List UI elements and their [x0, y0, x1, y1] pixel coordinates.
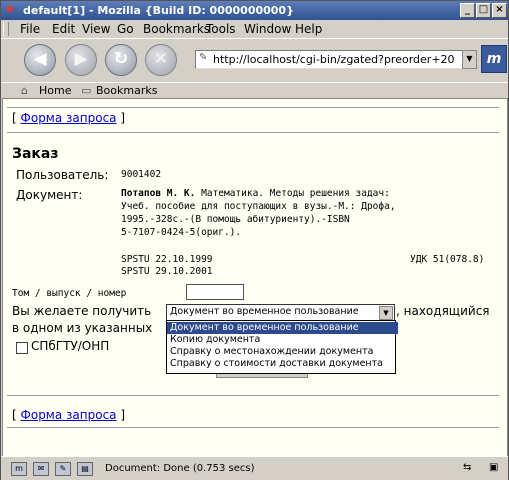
status-text: Document: Done (0.753 secs) [105, 463, 255, 474]
stop-icon[interactable]: ✕ [145, 44, 177, 76]
document-label: Документ: [16, 188, 83, 202]
toolbar-grip[interactable] [3, 22, 9, 36]
document-line-1: Потапов М. К. Математика. Методы решения… [121, 188, 390, 199]
divider [7, 427, 499, 429]
bookmarks-button[interactable]: Bookmarks [96, 84, 157, 97]
minimize-button[interactable]: _ [460, 3, 475, 18]
option-delivery-cost[interactable]: Справку о стоимости доставки документа [167, 358, 398, 370]
menu-bookmarks[interactable]: Bookmarks [143, 22, 210, 36]
back-arrow-icon[interactable]: ◀ [24, 44, 56, 76]
home-button[interactable]: Home [39, 84, 71, 97]
bracket-close: ] [120, 408, 126, 422]
forward-arrow-icon[interactable]: ▶ [65, 44, 97, 76]
bracket-close: ] [120, 111, 126, 125]
composer-icon[interactable]: ✎ [55, 462, 71, 476]
document-line-3: 1995.-328с.-(В помощь абитуриенту).-ISBN [121, 214, 350, 225]
bracket-open: [ [12, 408, 17, 422]
menu-window[interactable]: Window [244, 22, 291, 36]
bracket-open: [ [12, 111, 17, 125]
window-title: default[1] - Mozilla {Build ID: 00000000… [23, 4, 294, 17]
menu-file[interactable]: File [20, 22, 40, 36]
document-line-4: 5-7107-0424-5(ориг.). [121, 227, 242, 238]
request-type-select[interactable]: Документ во временное пользование ▼ [166, 304, 395, 321]
request-form-link-top[interactable]: Форма запроса [21, 111, 117, 125]
menu-go[interactable]: Go [117, 22, 134, 36]
in-one-label: в одном из указанных [12, 321, 153, 335]
navigation-toolbar: ◀ ▶ ↻ ✕ ✎ http://localhost/cgi-bin/zgate… [1, 38, 508, 83]
mozilla-throbber-logo[interactable]: m [481, 45, 507, 73]
menu-bar: File Edit View Go Bookmarks Tools Window… [1, 20, 508, 38]
option-copy[interactable]: Копию документа [167, 334, 398, 346]
address-book-icon[interactable]: ▤ [77, 462, 93, 476]
document-line-2: Учеб. пособие для поступающих в вузы.-М.… [121, 201, 396, 212]
menu-tools[interactable]: Tools [206, 22, 236, 36]
menu-edit[interactable]: Edit [52, 22, 75, 36]
url-history-dropdown-icon[interactable]: ▼ [462, 50, 477, 69]
menu-view[interactable]: View [82, 22, 110, 36]
bottom-link-row: [ Форма запроса ] [12, 408, 125, 422]
user-label: Пользователь: [16, 168, 109, 182]
status-bar: m ✉ ✎ ▤ Document: Done (0.753 secs) ⇆ ▣ [1, 456, 508, 480]
udk-code: УДК 51(078.8) [410, 254, 485, 265]
select-current-value: Документ во временное пользование [170, 306, 359, 317]
divider [7, 107, 499, 109]
online-status-icon[interactable]: ⇆ [463, 462, 471, 473]
security-lock-icon: ▣ [489, 462, 499, 473]
close-button[interactable]: × [492, 3, 507, 18]
maximize-button[interactable]: □ [476, 3, 491, 18]
title-bar: ★ default[1] - Mozilla {Build ID: 000000… [1, 1, 508, 20]
reload-icon[interactable]: ↻ [105, 44, 137, 76]
request-form-link-bottom[interactable]: Форма запроса [21, 408, 117, 422]
navigator-icon[interactable]: m [11, 462, 27, 476]
volume-label: Том / выпуск / номер [12, 288, 127, 299]
dropdown-arrow-icon[interactable]: ▼ [379, 306, 393, 320]
document-title: Математика. Методы решения задач: [201, 188, 390, 199]
personal-toolbar: ⌂ Home ▭ Bookmarks [1, 82, 508, 99]
user-value: 9001402 [121, 169, 162, 180]
bookmarks-folder-icon[interactable]: ▭ [81, 84, 91, 97]
option-temporary-use[interactable]: Документ во временное пользование [167, 322, 398, 334]
home-icon[interactable]: ⌂ [21, 84, 28, 97]
divider [7, 132, 499, 134]
location-line-2: SPSTU 29.10.2001 [121, 266, 213, 277]
page-proxy-icon[interactable]: ✎ [199, 52, 207, 63]
request-type-dropdown-list: Документ во временное пользование Копию … [166, 320, 398, 374]
mail-icon[interactable]: ✉ [33, 462, 49, 476]
url-bar[interactable]: ✎ http://localhost/cgi-bin/zgated?preord… [195, 50, 463, 69]
want-suffix: , находящийся [396, 304, 490, 318]
document-author: Потапов М. К. [121, 188, 196, 199]
divider [7, 395, 499, 397]
want-label: Вы желаете получить [12, 304, 152, 318]
library-checkbox-label: СПбГТУ/ОНП [31, 339, 110, 353]
location-line-1: SPSTU 22.10.1999 [121, 254, 213, 265]
library-checkbox[interactable] [16, 342, 28, 354]
page-content: [ Форма запроса ] Заказ Пользователь: 90… [2, 98, 508, 457]
menu-help[interactable]: Help [295, 22, 322, 36]
top-link-row: [ Форма запроса ] [12, 111, 125, 125]
option-location-info[interactable]: Справку о местонахождении документа [167, 346, 398, 358]
page-heading: Заказ [12, 146, 59, 162]
volume-input[interactable] [186, 284, 244, 300]
mozilla-star-icon: ★ [4, 2, 16, 17]
url-text[interactable]: http://localhost/cgi-bin/zgated?preorder… [213, 53, 455, 66]
browser-window: ★ default[1] - Mozilla {Build ID: 000000… [0, 0, 509, 480]
